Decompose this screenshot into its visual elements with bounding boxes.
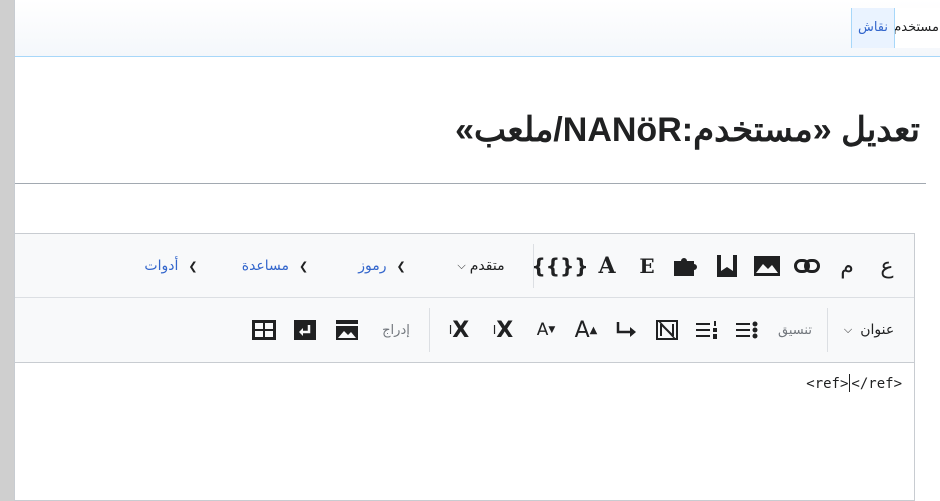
wikitext-textarea[interactable]: <ref> </ref> [15,364,914,501]
tab-advanced-label: متقدم [469,258,505,274]
toolbar-separator [827,308,828,352]
nowiki-icon[interactable] [650,298,684,362]
insert-group-label: إدراج [382,322,410,338]
heading-dropdown-label: عنوان [860,322,895,338]
tab-help-label: مساعدة [241,258,290,274]
chevron-left-icon: ❯ [396,259,406,273]
subscript-icon[interactable]: IX [440,298,478,362]
tab-special-characters[interactable]: ❯ رموز [332,234,432,298]
page-frame: مستخدم نقاش تعديل «مستخدم:NANöR/ملعب» ع … [14,0,940,501]
small-text-icon[interactable]: A ▼ [530,298,562,362]
e-format-icon[interactable]: E [632,234,662,298]
format-group-label: تنسيق [778,322,812,338]
tab-tools[interactable]: ❯ أدوات [124,234,218,298]
templates-icon[interactable]: {{}} [532,234,589,298]
a-format-icon[interactable]: A [592,234,622,298]
toolbar-separator [429,308,430,352]
editor-toolbar-secondary: عنوان ⌵ تنسيق A ▲ A ▼ IX IX إدراج [15,298,914,363]
heading-dropdown[interactable]: عنوان ⌵ [834,298,904,362]
bulleted-list-icon[interactable] [730,298,764,362]
big-text-icon[interactable]: A ▲ [570,298,602,362]
chevron-left-icon: ❯ [188,259,198,273]
textarea-text-after-caret: </ref> [851,376,902,392]
reference-icon[interactable] [712,234,742,298]
redirect-icon[interactable] [288,298,322,362]
title-divider [15,183,926,184]
image-icon[interactable] [750,234,784,298]
table-icon[interactable] [246,298,282,362]
toolbar-separator [533,244,534,288]
chevron-left-icon: ❯ [299,259,309,273]
tab-bar: مستخدم نقاش [15,0,940,57]
superscript-icon[interactable]: IX [484,298,522,362]
tab-talk[interactable]: نقاش [850,8,895,48]
editor-toolbar-main: ع م E A {{}} متقدم ⌵ ❯ رموز ❯ مساعدة ❯ أ… [15,234,914,298]
tab-special-characters-label: رموز [358,258,387,274]
gallery-icon[interactable] [330,298,364,362]
tab-tools-label: أدوات [144,258,179,274]
tab-help[interactable]: ❯ مساعدة [222,234,328,298]
chevron-down-icon: ⌵ [843,323,853,336]
tab-advanced[interactable]: متقدم ⌵ [438,234,524,298]
tab-user[interactable]: مستخدم [887,8,940,48]
link-icon[interactable] [790,234,824,298]
page-title: تعديل «مستخدم:NANöR/ملعب» [455,111,920,149]
numbered-list-icon[interactable] [690,298,724,362]
newline-icon[interactable] [610,298,644,362]
italic-button[interactable]: م [832,234,862,298]
chevron-down-icon: ⌵ [457,259,466,272]
bold-button[interactable]: ع [872,234,902,298]
wikitext-editor: ع م E A {{}} متقدم ⌵ ❯ رموز ❯ مساعدة ❯ أ… [15,233,915,501]
puzzle-icon[interactable] [670,234,704,298]
textarea-text-before-caret: <ref> [806,376,849,392]
